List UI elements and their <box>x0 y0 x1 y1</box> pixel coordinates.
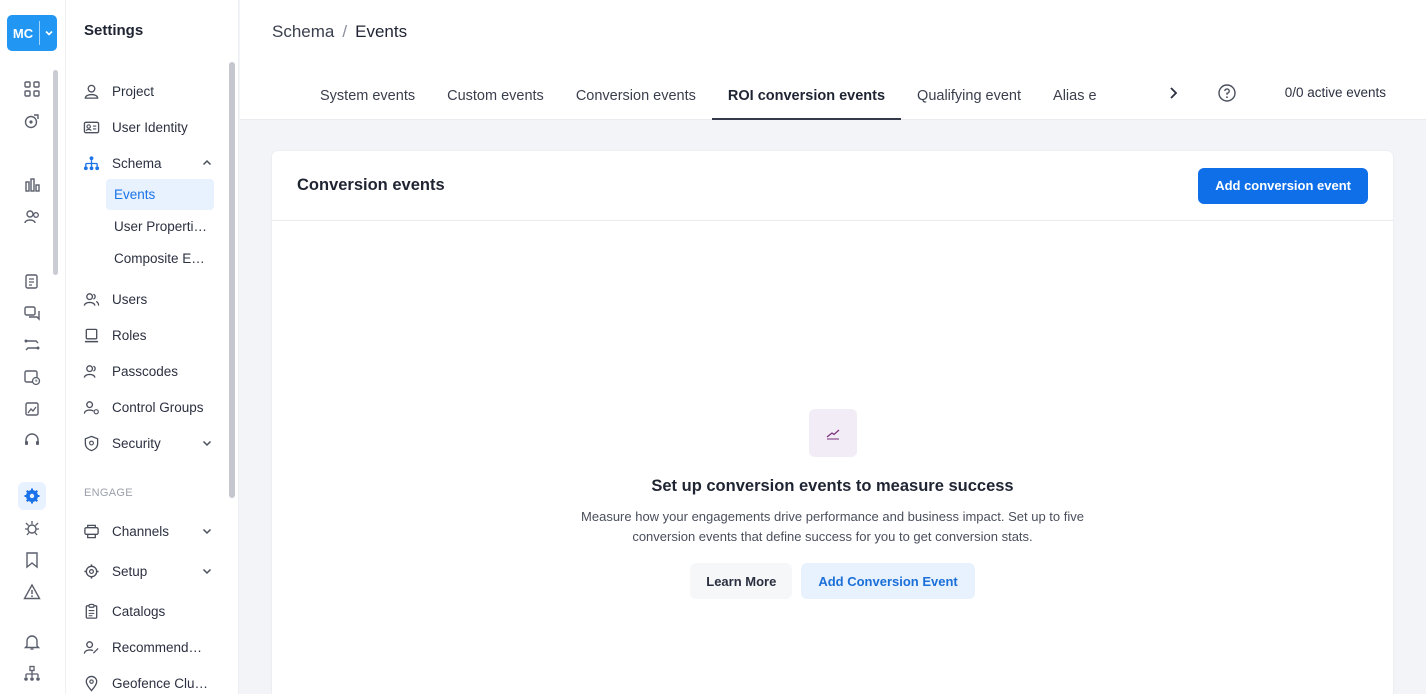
sidebar-item-users[interactable]: Users <box>80 284 214 314</box>
tab-alias-events[interactable]: Alias e <box>1037 72 1102 120</box>
icon-rail: MC <box>0 0 66 694</box>
settings-icon[interactable] <box>18 482 46 510</box>
org-switcher-button[interactable]: MC <box>7 15 57 51</box>
empty-state-description: Measure how your engagements drive perfo… <box>581 509 1084 544</box>
sidebar-item-catalogs[interactable]: Catalogs <box>80 596 214 626</box>
learn-more-button[interactable]: Learn More <box>690 563 793 599</box>
chevron-down-icon <box>40 28 57 38</box>
hierarchy-icon[interactable] <box>18 660 46 688</box>
reports-icon[interactable] <box>18 171 46 199</box>
empty-state-title: Set up conversion events to measure succ… <box>651 477 1014 495</box>
sidebar-title: Settings <box>84 22 144 39</box>
breadcrumb-current: Events <box>355 22 408 41</box>
sidebar-scrollbar[interactable] <box>229 62 235 498</box>
segments-icon[interactable] <box>18 203 46 231</box>
settings-sidebar: Settings Project User Identity Schema Ev… <box>66 0 239 694</box>
sidebar-item-project[interactable]: Project <box>80 76 214 106</box>
help-icon[interactable] <box>1217 83 1237 103</box>
schedule-icon[interactable] <box>18 363 46 391</box>
tab-system-events[interactable]: System events <box>304 72 431 120</box>
active-events-count: 0/0 active events <box>1284 85 1386 100</box>
tab-roi-conversion-events[interactable]: ROI conversion events <box>711 72 902 120</box>
id-card-icon <box>80 118 102 136</box>
alert-icon[interactable] <box>18 578 46 606</box>
passcodes-icon <box>80 362 102 380</box>
roles-icon <box>80 326 102 344</box>
flows-icon[interactable] <box>18 331 46 359</box>
catalog-icon <box>80 602 102 620</box>
channels-icon <box>80 522 102 540</box>
sidebar-item-geofence-clusters[interactable]: Geofence Clu… <box>80 668 214 694</box>
analytics-icon[interactable] <box>18 107 46 135</box>
messages-icon[interactable] <box>18 299 46 327</box>
shield-icon <box>80 434 102 452</box>
user-icon <box>80 82 102 100</box>
conversion-events-card: Conversion events Add conversion event S… <box>272 151 1393 694</box>
chevron-up-icon <box>200 157 214 169</box>
content-icon[interactable] <box>18 395 46 423</box>
chevron-down-icon <box>200 565 214 577</box>
org-initials: MC <box>12 25 34 41</box>
breadcrumb-parent[interactable]: Schema <box>272 22 334 42</box>
sidebar-item-control-groups[interactable]: Control Groups <box>80 392 214 422</box>
tab-custom-events[interactable]: Custom events <box>431 72 560 120</box>
chevron-down-icon <box>200 525 214 537</box>
sidebar-item-schema[interactable]: Schema <box>80 148 214 178</box>
sidebar-item-passcodes[interactable]: Passcodes <box>80 356 214 386</box>
app: MC Settings Project User Identity Schema… <box>0 0 1426 694</box>
sidebar-item-roles[interactable]: Roles <box>80 320 214 350</box>
debug-icon[interactable] <box>18 514 46 542</box>
card-title: Conversion events <box>297 176 445 194</box>
chevron-down-icon <box>200 437 214 449</box>
trend-chart-icon <box>808 409 857 457</box>
schema-icon <box>80 154 102 172</box>
rail-scrollbar[interactable] <box>53 70 58 275</box>
notification-icon[interactable] <box>18 628 46 656</box>
empty-state-actions: Learn More Add Conversion Event <box>690 563 975 599</box>
support-icon[interactable] <box>18 427 46 455</box>
bookmark-icon[interactable] <box>18 546 46 574</box>
breadcrumb-separator: / <box>342 22 348 41</box>
tab-conversion-events[interactable]: Conversion events <box>560 72 712 120</box>
chevron-right-icon[interactable] <box>1162 80 1184 106</box>
gear-icon <box>80 562 102 580</box>
event-tabs: System events Custom events Conversion e… <box>304 72 1102 120</box>
sidebar-subitem-events[interactable]: Events <box>106 179 214 210</box>
users-icon <box>80 290 102 308</box>
tab-qualifying-event[interactable]: Qualifying event <box>901 72 1037 120</box>
sidebar-section-engage: ENGAGE <box>84 487 133 499</box>
add-conversion-event-secondary-button[interactable]: Add Conversion Event <box>801 563 975 599</box>
sidebar-item-security[interactable]: Security <box>80 428 214 458</box>
sidebar-item-setup[interactable]: Setup <box>80 556 214 586</box>
empty-state: Set up conversion events to measure succ… <box>272 409 1393 599</box>
sidebar-subitem-composite-events[interactable]: Composite E… <box>106 243 214 274</box>
recommend-icon <box>80 638 102 656</box>
dashboard-icon[interactable] <box>18 75 46 103</box>
sidebar-item-channels[interactable]: Channels <box>80 516 214 546</box>
add-conversion-event-button[interactable]: Add conversion event <box>1198 167 1368 204</box>
sidebar-item-user-identity[interactable]: User Identity <box>80 112 214 142</box>
location-pin-icon <box>80 674 102 692</box>
control-groups-icon <box>80 398 102 416</box>
campaigns-icon[interactable] <box>18 267 46 295</box>
card-header: Conversion events Add conversion event <box>272 151 1393 221</box>
page-header: Schema / Events System events Custom eve… <box>240 0 1426 120</box>
breadcrumb: Schema / Events <box>272 22 407 42</box>
sidebar-item-recommendations[interactable]: Recommend… <box>80 632 214 662</box>
sidebar-subitem-user-properties[interactable]: User Properti… <box>106 211 214 242</box>
